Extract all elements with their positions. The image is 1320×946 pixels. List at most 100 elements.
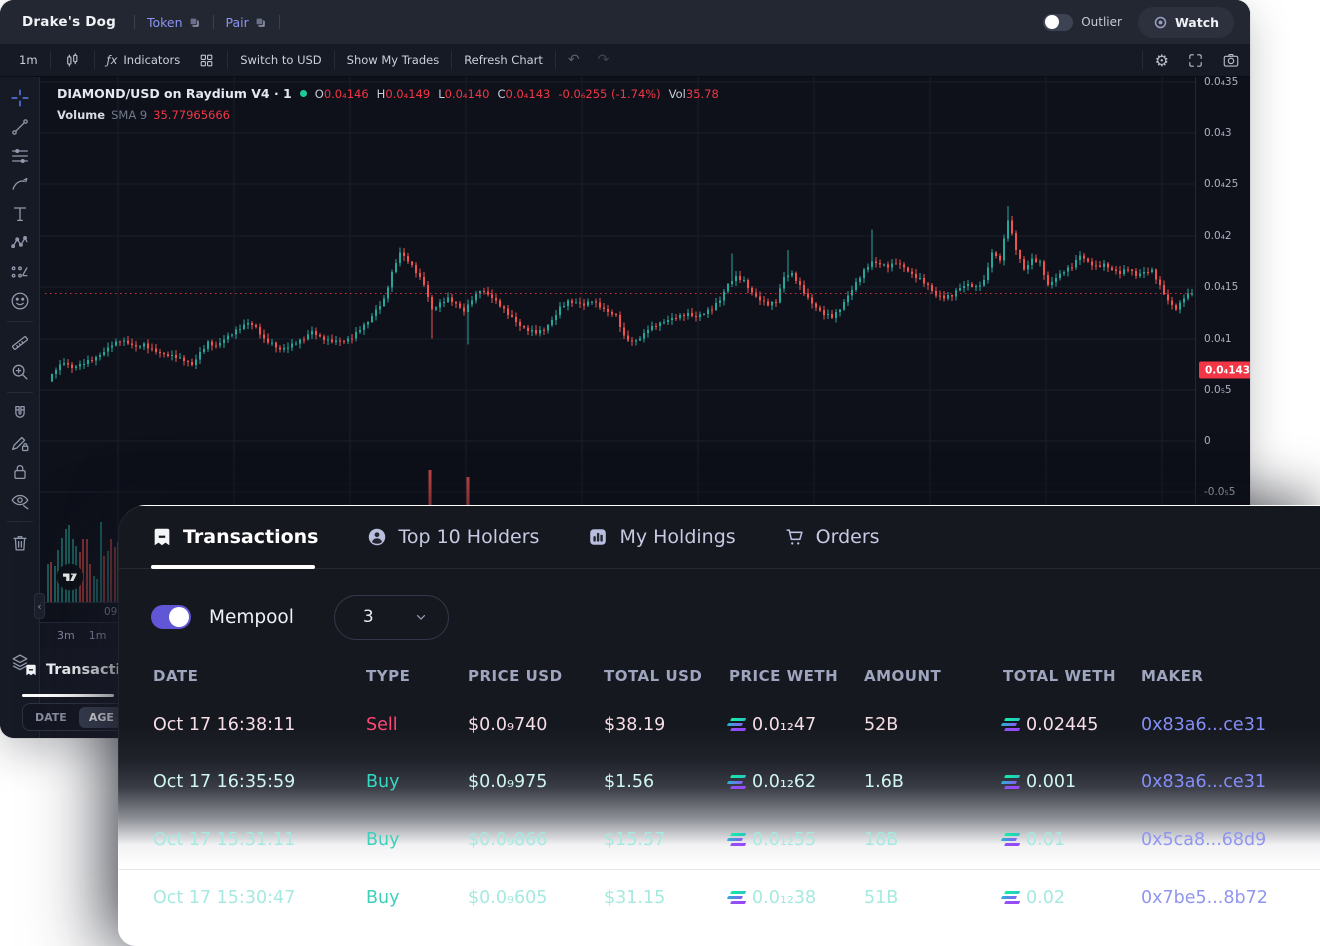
undo-button[interactable]: ↶ — [559, 44, 589, 76]
trash-icon[interactable] — [0, 528, 40, 557]
cell-type: Buy — [366, 888, 399, 908]
holders-badge-icon — [366, 526, 388, 548]
xabcd-pattern-icon[interactable] — [0, 228, 40, 257]
page-title: Drake's Dog — [22, 14, 116, 30]
ohlc-item: Vol35.78 — [669, 87, 719, 101]
maker-address-link[interactable]: 0x7be5...8b72 — [1141, 888, 1268, 908]
eye-hide-icon[interactable] — [0, 486, 40, 515]
cell-total-usd: $15.57 — [604, 830, 665, 850]
layout-grid-button[interactable] — [189, 44, 224, 76]
settings-gear-icon[interactable]: ⚙ — [1146, 51, 1178, 70]
fullscreen-icon[interactable] — [1178, 52, 1213, 69]
cart-icon — [784, 526, 806, 548]
magnet-icon[interactable] — [0, 399, 40, 428]
ohlc-values: O0.0₄146H0.0₄149L0.0₄140C0.0₄143-0.0₆255… — [315, 87, 719, 101]
date-age-switch: DATE AGE — [22, 703, 127, 731]
eye-target-icon — [1153, 15, 1168, 30]
maker-address-link[interactable]: 0x83a6...ce31 — [1141, 772, 1266, 792]
candle-style-button[interactable] — [54, 44, 91, 76]
market-status-dot — [300, 90, 307, 97]
timeframe-3m[interactable]: 3m — [57, 629, 75, 642]
price-tick-label: 0.0₄35 — [1204, 76, 1238, 88]
mempool-toggle[interactable] — [151, 605, 191, 629]
chart-toolbar: 1m ƒx Indicators Switch to USD Show My T… — [0, 44, 1250, 77]
solana-icon — [1003, 833, 1018, 847]
timeframe-1m[interactable]: 1m — [89, 629, 107, 642]
tab-my-holdings[interactable]: My Holdings — [587, 526, 735, 548]
price-tick-label: 0.0₄2 — [1204, 230, 1232, 242]
divider — [7, 392, 33, 393]
projection-icon[interactable] — [0, 257, 40, 286]
copy-icon[interactable] — [254, 16, 267, 29]
text-icon[interactable] — [0, 199, 40, 228]
cell-total-weth: 0.01 — [1003, 830, 1065, 850]
tab-orders[interactable]: Orders — [784, 526, 880, 548]
column-header-price-weth: PRICE WETH — [729, 667, 838, 685]
transaction-row[interactable]: Oct 17 16:35:59Buy$0.0₉975$1.560.0₁₂621.… — [119, 754, 1320, 812]
show-my-trades-button[interactable]: Show My Trades — [338, 44, 449, 76]
receipt-icon — [24, 663, 38, 677]
active-tab-underline — [22, 694, 114, 697]
price-tick-label: 0.0₅5 — [1204, 384, 1232, 396]
transaction-row[interactable]: Oct 17 15:30:47Buy$0.0₉605$31.150.0₁₂385… — [119, 869, 1320, 927]
cell-date: Oct 17 15:30:47 — [153, 888, 295, 908]
mempool-label: Mempool — [209, 607, 294, 628]
solana-icon — [1003, 891, 1018, 905]
transaction-row[interactable]: Oct 17 15:31:11Buy$0.0₉866$15.570.0₁₂551… — [119, 811, 1320, 869]
column-header-price-usd: PRICE USD — [468, 667, 563, 685]
cell-type: Buy — [366, 830, 399, 850]
cell-total-weth: 0.001 — [1003, 772, 1076, 792]
tab-transactions[interactable]: Transactions — [151, 526, 318, 548]
sma-value: 35.77965666 — [153, 108, 230, 122]
indicators-button[interactable]: ƒx Indicators — [98, 44, 190, 76]
divider — [134, 15, 135, 29]
copy-icon[interactable] — [188, 16, 201, 29]
transaction-row[interactable]: Oct 17 16:38:11Sell$0.0₉740$38.190.0₁₂47… — [119, 696, 1320, 754]
ohlc-item: -0.0₆255 (-1.74%) — [558, 87, 660, 101]
toggle-knob — [169, 607, 189, 627]
cell-price-usd: $0.0₉975 — [468, 772, 547, 792]
redo-button[interactable]: ↷ — [589, 44, 619, 76]
refresh-chart-button[interactable]: Refresh Chart — [455, 44, 552, 76]
tab-top-10-holders[interactable]: Top 10 Holders — [366, 526, 539, 548]
trend-line-icon[interactable] — [0, 112, 40, 141]
watch-button[interactable]: Watch — [1138, 7, 1234, 38]
price-tick-label: 0.0₄25 — [1204, 178, 1238, 190]
maker-address-link[interactable]: 0x5ca8...68d9 — [1141, 830, 1266, 850]
cell-total-usd: $38.19 — [604, 715, 665, 735]
edit-lock-icon[interactable] — [0, 428, 40, 457]
emoji-icon[interactable] — [0, 286, 40, 315]
camera-icon[interactable] — [1213, 51, 1240, 69]
pair-copy-button[interactable]: Pair — [226, 15, 267, 30]
cell-price-weth: 0.0₁₂47 — [729, 715, 816, 735]
crosshair-icon[interactable] — [0, 83, 40, 112]
ohlc-item: L0.0₄140 — [438, 87, 489, 101]
transactions-table-body: Oct 17 16:38:11Sell$0.0₉740$38.190.0₁₂47… — [119, 696, 1320, 926]
cell-price-usd: $0.0₉866 — [468, 830, 547, 850]
toggle-knob — [1045, 15, 1059, 29]
divider — [7, 521, 33, 522]
ruler-icon[interactable] — [0, 328, 40, 357]
cell-price-usd: $0.0₉605 — [468, 888, 547, 908]
switch-to-usd-button[interactable]: Switch to USD — [231, 44, 330, 76]
zoom-in-icon[interactable] — [0, 357, 40, 386]
time-tick-label: 09 — [104, 606, 117, 618]
divider — [94, 51, 95, 69]
price-tick-label: 0.0₄15 — [1204, 281, 1238, 293]
price-tick-label: 0.0₄3 — [1204, 127, 1232, 139]
interval-button[interactable]: 1m — [10, 44, 47, 76]
fib-lines-icon[interactable] — [0, 141, 40, 170]
mempool-count-select[interactable]: 3 — [334, 595, 449, 640]
holdings-chart-icon — [587, 526, 609, 548]
divider — [50, 51, 51, 69]
maker-address-link[interactable]: 0x83a6...ce31 — [1141, 715, 1266, 735]
lock-icon[interactable] — [0, 457, 40, 486]
column-header-amount: AMOUNT — [864, 667, 941, 685]
token-copy-button[interactable]: Token — [147, 15, 201, 30]
brush-icon[interactable] — [0, 170, 40, 199]
outlier-toggle[interactable] — [1043, 14, 1073, 31]
solana-icon — [729, 833, 744, 847]
date-pill[interactable]: DATE — [25, 707, 77, 728]
candles-icon — [63, 51, 82, 70]
column-header-maker: MAKER — [1141, 667, 1203, 685]
